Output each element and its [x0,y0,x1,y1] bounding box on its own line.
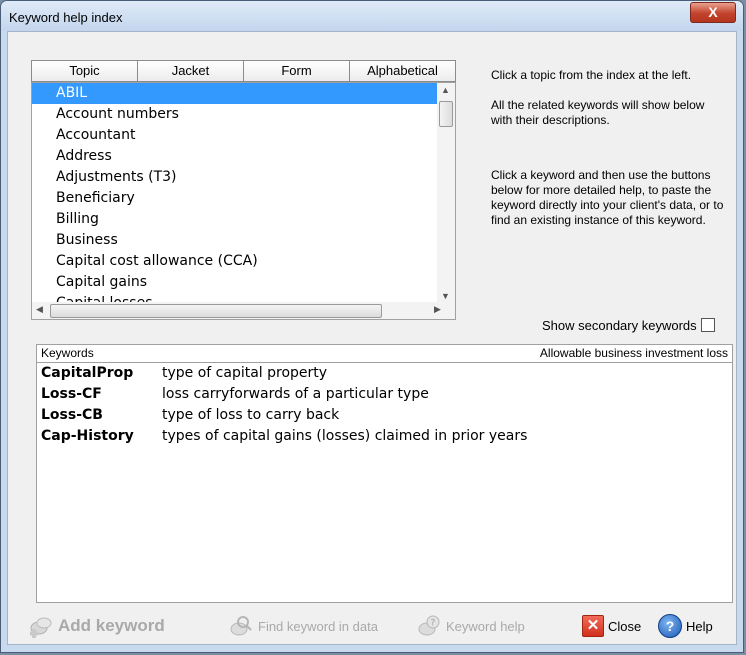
add-keyword-icon [30,617,52,638]
find-keyword-icon [230,616,252,636]
keywords-header: Keywords Allowable business investment l… [36,344,733,363]
add-keyword-label: Add keyword [58,616,165,635]
tab-jacket[interactable]: Jacket [138,61,244,81]
keyword-row[interactable]: Loss-CF loss carryforwards of a particula… [37,384,732,405]
show-secondary-label: Show secondary keywords [542,318,697,333]
title-bar: Keyword help index X [1,1,743,31]
find-keyword-button[interactable]: Find keyword in data [228,611,378,641]
help-text-3: Click a keyword and then use the buttons… [491,168,724,227]
dialog-body: Topic Jacket Form Alphabetical ABIL Accou… [7,31,737,645]
topic-list[interactable]: ABIL Account numbers Accountant Address Adju… [31,82,456,320]
selected-topic-description: Allowable business investment loss [539,346,728,360]
topic-vertical-scrollbar[interactable]: ▲ ▼ [437,83,455,303]
show-secondary-checkbox[interactable] [700,318,715,332]
show-secondary-option[interactable]: Show secondary keywords [542,318,715,333]
index-tabs: Topic Jacket Form Alphabetical [31,60,456,82]
close-label: Close [608,618,642,634]
keywords-header-label: Keywords [41,346,94,360]
keyword-name: Loss-CF [41,386,102,402]
window-close-button[interactable]: X [690,2,736,23]
keyword-description: loss carryforwards of a particular type [162,386,429,402]
topic-list-item[interactable]: ABIL [32,83,437,104]
horizontal-scroll-thumb[interactable] [50,304,382,318]
svg-text:?: ? [431,619,436,629]
button-bar: Add keyword Find keyword in data ? Keywo… [8,606,736,646]
keyword-name: Cap-History [41,428,134,444]
keywords-list[interactable]: CapitalProp type of capital property Loss-… [36,363,733,603]
scroll-left-arrow-icon[interactable]: ◀ [36,304,43,315]
tab-topic[interactable]: Topic [32,61,138,81]
scroll-up-arrow-icon[interactable]: ▲ [441,85,450,95]
help-icon: ? [658,614,682,638]
keyword-help-button[interactable]: ? Keyword help [416,611,525,641]
window-title: Keyword help index [9,10,123,25]
keyword-help-icon: ? [418,615,440,636]
topic-list-item[interactable]: Capital gains [32,272,437,293]
help-text-1: Click a topic from the index at the left… [491,68,692,82]
scroll-down-arrow-icon[interactable]: ▼ [441,291,450,301]
keyword-row[interactable]: Loss-CB type of loss to carry back [37,405,732,426]
close-button[interactable]: ✕ Close [582,611,641,641]
keyword-help-label: Keyword help [446,618,525,634]
topic-list-item[interactable]: Capital cost allowance (CCA) [32,251,437,272]
topic-list-item[interactable]: Address [32,146,437,167]
help-text-2: All the related keywords will show below… [491,98,705,127]
topic-horizontal-scrollbar[interactable]: ◀ ▶ [32,302,455,319]
topic-list-item[interactable]: Business [32,230,437,251]
keyword-description: type of capital property [162,365,328,381]
vertical-scroll-thumb[interactable] [439,101,453,127]
topic-list-item[interactable]: Account numbers [32,104,437,125]
close-icon: ✕ [582,615,604,637]
scroll-right-arrow-icon[interactable]: ▶ [434,304,441,315]
topic-items: ABIL Account numbers Accountant Address Adju… [32,83,437,314]
keyword-name: CapitalProp [41,365,134,381]
keyword-help-window: Keyword help index X Topic Jacket Form A… [0,0,744,653]
find-keyword-label: Find keyword in data [258,618,378,634]
keyword-row[interactable]: CapitalProp type of capital property [37,363,732,384]
topic-list-item[interactable]: Billing [32,209,437,230]
keyword-description: type of loss to carry back [162,407,340,423]
add-keyword-button[interactable]: Add keyword [28,611,165,641]
help-label: Help [686,618,713,634]
tab-alphabetical[interactable]: Alphabetical [350,61,455,81]
keyword-name: Loss-CB [41,407,103,423]
topic-list-item[interactable]: Accountant [32,125,437,146]
topic-list-item[interactable]: Adjustments (T3) [32,167,437,188]
tab-form[interactable]: Form [244,61,350,81]
keyword-row[interactable]: Cap-History types of capital gains (losse… [37,426,732,447]
topic-list-item[interactable]: Beneficiary [32,188,437,209]
help-button[interactable]: ? Help [658,611,713,641]
keyword-description: types of capital gains (losses) claimed … [162,428,528,444]
